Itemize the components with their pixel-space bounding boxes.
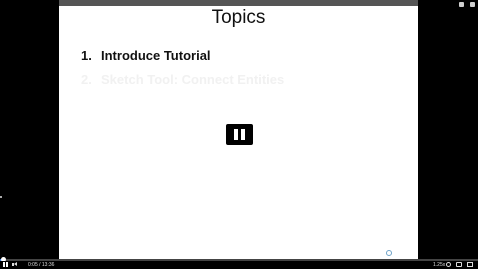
- video-player[interactable]: Topics 1. Introduce Tutorial 2. Sketch Too…: [0, 0, 478, 269]
- cc-icon[interactable]: [456, 262, 462, 267]
- topic-item: 2. Sketch Tool: Connect Entities: [81, 72, 284, 87]
- slide-frame: Topics 1. Introduce Tutorial 2. Sketch Too…: [59, 0, 418, 259]
- topic-item: 1. Introduce Tutorial: [81, 48, 211, 63]
- pause-icon: [241, 129, 245, 140]
- fullscreen-icon[interactable]: [467, 262, 473, 267]
- pause-overlay-button[interactable]: [226, 124, 253, 145]
- pause-icon[interactable]: [3, 262, 8, 268]
- side-indicator: [0, 196, 2, 198]
- current-time: 0:05: [28, 262, 38, 268]
- topic-number: 1.: [81, 48, 92, 63]
- info-icon[interactable]: [470, 2, 475, 7]
- topic-label: Introduce Tutorial: [101, 48, 211, 63]
- topic-number: 2.: [81, 72, 92, 87]
- pause-icon: [234, 129, 238, 140]
- loading-icon: [386, 250, 392, 256]
- volume-icon[interactable]: [12, 262, 18, 268]
- control-bar: 0:05 / 13:36 1.25x: [0, 261, 478, 269]
- gear-icon[interactable]: [446, 262, 451, 267]
- share-icon[interactable]: [459, 2, 464, 7]
- time-display: 0:05 / 13:36: [28, 262, 55, 268]
- slide-title: Topics: [211, 7, 266, 28]
- slide-header-bar: [59, 0, 418, 6]
- duration: 13:36: [41, 262, 55, 268]
- top-right-icons: [459, 2, 475, 7]
- topic-label: Sketch Tool: Connect Entities: [101, 72, 285, 87]
- playback-speed-button[interactable]: 1.25x: [433, 262, 445, 268]
